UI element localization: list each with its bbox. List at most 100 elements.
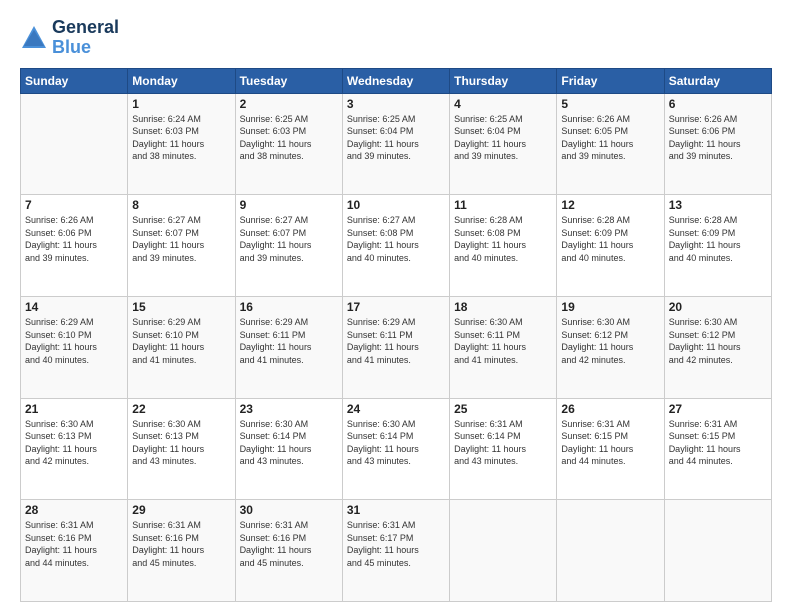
col-saturday: Saturday [664, 68, 771, 93]
day-info: Sunrise: 6:29 AM Sunset: 6:10 PM Dayligh… [25, 316, 123, 366]
table-row: 10Sunrise: 6:27 AM Sunset: 6:08 PM Dayli… [342, 195, 449, 297]
table-row [557, 500, 664, 602]
day-info: Sunrise: 6:28 AM Sunset: 6:08 PM Dayligh… [454, 214, 552, 264]
table-row: 8 Sunrise: 6:27 AM Sunset: 6:07 PM Daylig… [128, 195, 235, 297]
col-friday: Friday [557, 68, 664, 93]
table-row: 22Sunrise: 6:30 AM Sunset: 6:13 PM Dayli… [128, 398, 235, 500]
day-info: Sunrise: 6:30 AM Sunset: 6:13 PM Dayligh… [132, 418, 230, 468]
table-row: 24Sunrise: 6:30 AM Sunset: 6:14 PM Dayli… [342, 398, 449, 500]
day-number: 23 [240, 402, 338, 416]
day-number: 13 [669, 198, 767, 212]
day-info: Sunrise: 6:26 AM Sunset: 6:06 PM Dayligh… [669, 113, 767, 163]
table-row: 5 Sunrise: 6:26 AM Sunset: 6:05 PM Daylig… [557, 93, 664, 195]
day-number: 26 [561, 402, 659, 416]
day-info: Sunrise: 6:27 AM Sunset: 6:08 PM Dayligh… [347, 214, 445, 264]
table-row: 26 Sunrise: 6:31 AM Sunset: 6:15 PM Dayli… [557, 398, 664, 500]
calendar-week-row: 7Sunrise: 6:26 AM Sunset: 6:06 PM Daylig… [21, 195, 772, 297]
day-number: 15 [132, 300, 230, 314]
day-number: 18 [454, 300, 552, 314]
day-number: 2 [240, 97, 338, 111]
header: General Blue [20, 18, 772, 58]
table-row [664, 500, 771, 602]
table-row: 6 Sunrise: 6:26 AM Sunset: 6:06 PM Daylig… [664, 93, 771, 195]
table-row: 19 Sunrise: 6:30 AM Sunset: 6:12 PM Dayli… [557, 296, 664, 398]
day-number: 1 [132, 97, 230, 111]
table-row: 7Sunrise: 6:26 AM Sunset: 6:06 PM Daylig… [21, 195, 128, 297]
day-info: Sunrise: 6:27 AM Sunset: 6:07 PM Dayligh… [240, 214, 338, 264]
day-info: Sunrise: 6:30 AM Sunset: 6:12 PM Dayligh… [669, 316, 767, 366]
day-info: Sunrise: 6:31 AM Sunset: 6:16 PM Dayligh… [25, 519, 123, 569]
calendar-week-row: 28 Sunrise: 6:31 AM Sunset: 6:16 PM Dayli… [21, 500, 772, 602]
table-row: 14 Sunrise: 6:29 AM Sunset: 6:10 PM Dayli… [21, 296, 128, 398]
table-row: 12 Sunrise: 6:28 AM Sunset: 6:09 PM Dayli… [557, 195, 664, 297]
day-info: Sunrise: 6:31 AM Sunset: 6:14 PM Dayligh… [454, 418, 552, 468]
day-number: 20 [669, 300, 767, 314]
table-row: 23 Sunrise: 6:30 AM Sunset: 6:14 PM Dayli… [235, 398, 342, 500]
day-number: 4 [454, 97, 552, 111]
day-number: 9 [240, 198, 338, 212]
table-row: 28 Sunrise: 6:31 AM Sunset: 6:16 PM Dayli… [21, 500, 128, 602]
day-info: Sunrise: 6:24 AM Sunset: 6:03 PM Dayligh… [132, 113, 230, 163]
logo-icon [20, 24, 48, 52]
table-row: 30Sunrise: 6:31 AM Sunset: 6:16 PM Dayli… [235, 500, 342, 602]
day-number: 8 [132, 198, 230, 212]
day-number: 16 [240, 300, 338, 314]
day-info: Sunrise: 6:29 AM Sunset: 6:10 PM Dayligh… [132, 316, 230, 366]
calendar-week-row: 14 Sunrise: 6:29 AM Sunset: 6:10 PM Dayli… [21, 296, 772, 398]
table-row: 1 Sunrise: 6:24 AM Sunset: 6:03 PM Daylig… [128, 93, 235, 195]
day-info: Sunrise: 6:30 AM Sunset: 6:12 PM Dayligh… [561, 316, 659, 366]
day-info: Sunrise: 6:25 AM Sunset: 6:03 PM Dayligh… [240, 113, 338, 163]
table-row: 3 Sunrise: 6:25 AM Sunset: 6:04 PM Daylig… [342, 93, 449, 195]
col-monday: Monday [128, 68, 235, 93]
day-info: Sunrise: 6:30 AM Sunset: 6:14 PM Dayligh… [347, 418, 445, 468]
day-info: Sunrise: 6:30 AM Sunset: 6:11 PM Dayligh… [454, 316, 552, 366]
table-row: 25 Sunrise: 6:31 AM Sunset: 6:14 PM Dayli… [450, 398, 557, 500]
day-info: Sunrise: 6:28 AM Sunset: 6:09 PM Dayligh… [669, 214, 767, 264]
logo: General Blue [20, 18, 119, 58]
day-number: 21 [25, 402, 123, 416]
table-row: 17Sunrise: 6:29 AM Sunset: 6:11 PM Dayli… [342, 296, 449, 398]
page: General Blue Sunday Monday Tuesday Wedne… [0, 0, 792, 612]
day-info: Sunrise: 6:31 AM Sunset: 6:15 PM Dayligh… [669, 418, 767, 468]
day-info: Sunrise: 6:31 AM Sunset: 6:17 PM Dayligh… [347, 519, 445, 569]
day-info: Sunrise: 6:26 AM Sunset: 6:06 PM Dayligh… [25, 214, 123, 264]
day-info: Sunrise: 6:30 AM Sunset: 6:14 PM Dayligh… [240, 418, 338, 468]
day-info: Sunrise: 6:31 AM Sunset: 6:15 PM Dayligh… [561, 418, 659, 468]
day-number: 31 [347, 503, 445, 517]
day-info: Sunrise: 6:25 AM Sunset: 6:04 PM Dayligh… [347, 113, 445, 163]
day-number: 5 [561, 97, 659, 111]
calendar-week-row: 1 Sunrise: 6:24 AM Sunset: 6:03 PM Daylig… [21, 93, 772, 195]
table-row: 31 Sunrise: 6:31 AM Sunset: 6:17 PM Dayli… [342, 500, 449, 602]
day-info: Sunrise: 6:28 AM Sunset: 6:09 PM Dayligh… [561, 214, 659, 264]
day-info: Sunrise: 6:31 AM Sunset: 6:16 PM Dayligh… [132, 519, 230, 569]
day-number: 25 [454, 402, 552, 416]
day-info: Sunrise: 6:30 AM Sunset: 6:13 PM Dayligh… [25, 418, 123, 468]
day-number: 19 [561, 300, 659, 314]
day-number: 28 [25, 503, 123, 517]
day-info: Sunrise: 6:27 AM Sunset: 6:07 PM Dayligh… [132, 214, 230, 264]
day-info: Sunrise: 6:29 AM Sunset: 6:11 PM Dayligh… [347, 316, 445, 366]
table-row [21, 93, 128, 195]
col-sunday: Sunday [21, 68, 128, 93]
table-row: 4 Sunrise: 6:25 AM Sunset: 6:04 PM Daylig… [450, 93, 557, 195]
day-number: 11 [454, 198, 552, 212]
calendar-header-row: Sunday Monday Tuesday Wednesday Thursday… [21, 68, 772, 93]
table-row: 11 Sunrise: 6:28 AM Sunset: 6:08 PM Dayli… [450, 195, 557, 297]
day-number: 12 [561, 198, 659, 212]
table-row: 13 Sunrise: 6:28 AM Sunset: 6:09 PM Dayli… [664, 195, 771, 297]
day-info: Sunrise: 6:31 AM Sunset: 6:16 PM Dayligh… [240, 519, 338, 569]
day-number: 3 [347, 97, 445, 111]
col-thursday: Thursday [450, 68, 557, 93]
day-number: 14 [25, 300, 123, 314]
table-row: 2 Sunrise: 6:25 AM Sunset: 6:03 PM Daylig… [235, 93, 342, 195]
table-row: 21 Sunrise: 6:30 AM Sunset: 6:13 PM Dayli… [21, 398, 128, 500]
day-number: 6 [669, 97, 767, 111]
table-row: 16Sunrise: 6:29 AM Sunset: 6:11 PM Dayli… [235, 296, 342, 398]
table-row [450, 500, 557, 602]
calendar-table: Sunday Monday Tuesday Wednesday Thursday… [20, 68, 772, 602]
col-wednesday: Wednesday [342, 68, 449, 93]
day-info: Sunrise: 6:25 AM Sunset: 6:04 PM Dayligh… [454, 113, 552, 163]
day-number: 27 [669, 402, 767, 416]
table-row: 27 Sunrise: 6:31 AM Sunset: 6:15 PM Dayli… [664, 398, 771, 500]
day-info: Sunrise: 6:26 AM Sunset: 6:05 PM Dayligh… [561, 113, 659, 163]
